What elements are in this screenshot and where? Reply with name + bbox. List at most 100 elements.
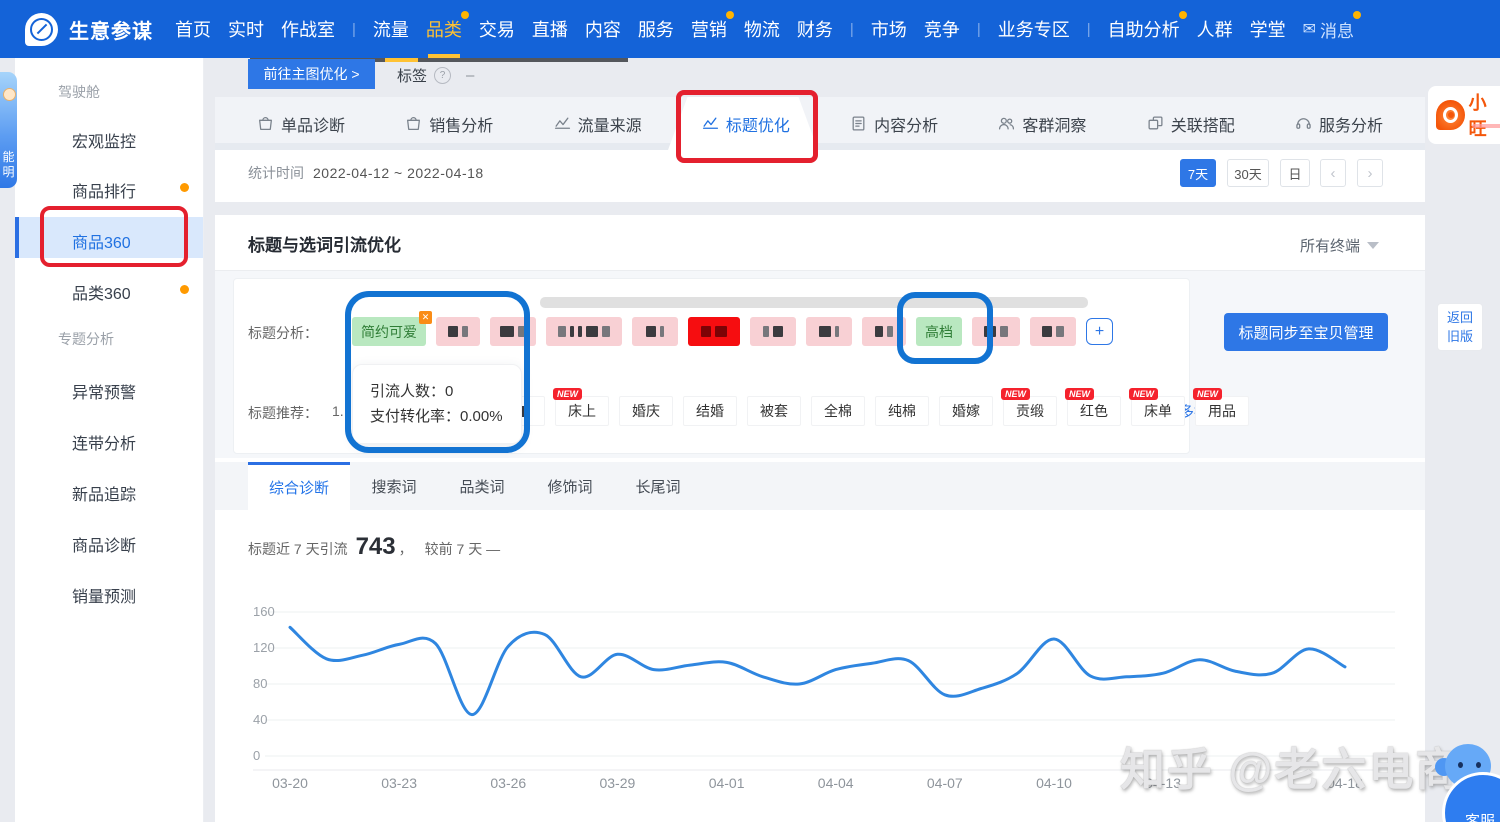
subtab-category-words[interactable]: 品类词 [438,462,526,510]
tab-item-related-match[interactable]: 关联搭配 [1147,112,1235,136]
period-7d-button[interactable]: 7天 [1180,159,1216,187]
sidebar-item-product-360[interactable]: 商品360 [72,229,131,253]
nav-item-live[interactable]: 直播 [532,0,568,58]
nav-item-marketing[interactable]: 营销 [691,0,727,58]
top-nav-menu: 首页 实时 作战室 | 流量 品类 交易 直播 内容 服务 营销 物流 财务 |… [175,0,1354,58]
goto-main-image-optimize-button[interactable]: 前往主图优化 > [248,59,375,89]
sidebar-item-macro-monitor[interactable]: 宏观监控 [72,128,136,152]
module-header: 单品诊断 销售分析 流量来源 标题优化 内容分析 客群洞察 关联搭配 [215,97,1425,202]
sidebar-item-sales-forecast[interactable]: 销量预测 [72,583,136,607]
xiaowang-promo-widget[interactable]: 小旺 [1428,86,1500,144]
elephant-eye-icon [1476,762,1481,768]
nav-item-service[interactable]: 服务 [638,0,674,58]
word-tag-censored[interactable] [632,317,678,346]
word-tag-censored[interactable] [862,317,906,346]
word-tag-censored[interactable] [750,317,796,346]
reco-chip-beitao[interactable]: 被套 [747,396,801,426]
brand[interactable]: 生意参谋 [25,13,153,46]
nav-item-realtime[interactable]: 实时 [228,0,264,58]
kefu-label: 客服 [1465,810,1495,822]
nav-item-competition[interactable]: 竞争 [924,0,960,58]
line-chart-icon [702,115,719,132]
tab-item-traffic-source[interactable]: 流量来源 [554,112,642,136]
nav-item-trade[interactable]: 交易 [479,0,515,58]
period-day-button[interactable]: 日 [1280,159,1310,187]
tab-item-diagnosis[interactable]: 单品诊断 [257,112,345,136]
tab-item-content-analysis[interactable]: 内容分析 [850,112,938,136]
reco-chip-quanmian[interactable]: 全棉 [811,396,865,426]
panel-title: 标题与选词引流优化 [248,231,401,256]
word-tag-censored-red[interactable] [688,317,740,346]
terminal-filter-value: 所有终端 [1300,235,1360,256]
subtab-modifier-words[interactable]: 修饰词 [526,462,614,510]
prev-period-button[interactable]: ‹ [1320,159,1346,187]
help-icon[interactable]: ? [434,67,451,84]
terminal-filter-dropdown[interactable]: 所有终端 [1300,235,1379,256]
reco-chip-chuangshang[interactable]: NEW床上 [555,396,609,426]
reco-chip-hunjia[interactable]: 婚嫁 [939,396,993,426]
period-30d-button[interactable]: 30天 [1227,159,1269,187]
reco-chip-gongduan[interactable]: NEW贡缎 [1003,396,1057,426]
subtab-comprehensive[interactable]: 综合诊断 [248,462,350,510]
nav-item-business-zone[interactable]: 业务专区 [998,0,1070,58]
stats-time-label: 统计时间 [248,163,304,183]
word-tag-censored[interactable] [806,317,852,346]
notification-dot [180,183,189,192]
nav-item-traffic[interactable]: 流量 [373,0,409,58]
word-tag-censored[interactable] [972,317,1020,346]
word-tag-gaodang[interactable]: 高档 [916,317,962,346]
nav-item-home[interactable]: 首页 [175,0,211,58]
nav-item-warroom[interactable]: 作战室 [281,0,335,58]
nav-item-messages[interactable]: ✉消息 [1303,0,1354,58]
reco-chip-chunmian[interactable]: 纯棉 [875,396,929,426]
nav-item-self-analysis[interactable]: 自助分析 [1108,0,1180,58]
title-reco-index: 1. [332,403,344,419]
sidebar-item-anomaly-alert[interactable]: 异常预警 [72,379,136,403]
reco-chip-chuangdan[interactable]: NEW床单 [1131,396,1185,426]
sidebar-item-new-product-tracking[interactable]: 新品追踪 [72,481,136,505]
remove-tag-icon[interactable]: ✕ [419,311,432,324]
tab-item-title-optimize[interactable]: 标题优化 [702,112,790,136]
assistant-mascot-widget[interactable]: 能明 [0,72,17,188]
tag-label: 标签 [397,65,427,86]
add-word-button[interactable]: + [1086,318,1113,345]
nav-item-audience[interactable]: 人群 [1197,0,1233,58]
subtab-longtail-words[interactable]: 长尾词 [614,462,702,510]
back-to-old-version-button[interactable]: 返回 旧版 [1437,303,1483,351]
word-tag-censored[interactable] [1030,317,1076,346]
tab-item-sales-analysis[interactable]: 销售分析 [405,112,493,136]
tab-label: 标题优化 [726,112,790,136]
people-icon [998,115,1015,132]
reco-chip-yongpin[interactable]: NEW用品 [1195,396,1249,426]
new-badge: NEW [1065,388,1094,400]
next-period-button[interactable]: › [1357,159,1383,187]
word-tag-censored[interactable] [546,317,622,346]
sync-title-button[interactable]: 标题同步至宝贝管理 [1224,313,1388,351]
word-tag-censored[interactable] [490,317,536,346]
nav-item-content[interactable]: 内容 [585,0,621,58]
nav-item-label: 消息 [1320,17,1354,42]
reco-chip-hunqing[interactable]: 婚庆 [619,396,673,426]
reco-chip-label: 婚嫁 [952,401,980,421]
nav-item-category-active[interactable]: 品类 [426,0,462,58]
nav-item-finance[interactable]: 财务 [797,0,833,58]
subtab-search-words[interactable]: 搜索词 [350,462,438,510]
nav-item-market[interactable]: 市场 [871,0,907,58]
sidebar-item-category-360[interactable]: 品类360 [72,280,131,304]
tab-item-customer-insight[interactable]: 客群洞察 [998,112,1086,136]
reco-chip-hongse[interactable]: NEW红色 [1067,396,1121,426]
brand-name: 生意参谋 [69,15,153,44]
word-tag-censored[interactable] [436,317,480,346]
nav-item-academy[interactable]: 学堂 [1250,0,1286,58]
sidebar-item-linked-analysis[interactable]: 连带分析 [72,430,136,454]
tab-item-service-analysis[interactable]: 服务分析 [1295,112,1383,136]
nav-item-logistics[interactable]: 物流 [744,0,780,58]
sidebar-item-product-ranking[interactable]: 商品排行 [72,178,136,202]
sidebar-item-product-diagnosis[interactable]: 商品诊断 [72,532,136,556]
summary-compare: 较前 7 天 — [425,539,500,559]
word-tag-jianyue-keai[interactable]: 简约可爱 ✕ [352,317,426,346]
new-badge: NEW [553,388,582,400]
sycm-app: 生意参谋 首页 实时 作战室 | 流量 品类 交易 直播 内容 服务 营销 物流… [0,0,1500,822]
customer-service-widget[interactable]: 客服 [1438,742,1500,822]
reco-chip-jiehun[interactable]: 结婚 [683,396,737,426]
